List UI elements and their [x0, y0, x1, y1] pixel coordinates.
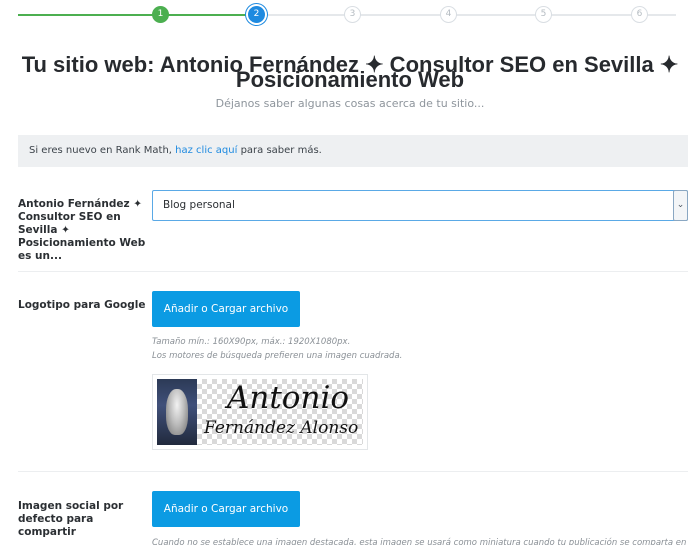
site-type-label: Antonio Fernández ✦ Consultor SEO en Sev… — [18, 198, 146, 262]
page-title: Tu sitio web: Antonio Fernández ✦ Consul… — [0, 54, 700, 91]
social-image-label: Imagen social por defecto para compartir — [18, 500, 124, 538]
logo-upload-button[interactable]: Añadir o Cargar archivo — [152, 291, 300, 327]
step-3: 3 — [344, 6, 361, 23]
logo-square-hint: Los motores de búsqueda prefieren una im… — [152, 351, 403, 361]
logo-image: Antonio Fernández Alonso — [157, 379, 363, 445]
progress-stepper: 1 2 3 4 5 6 — [18, 5, 682, 25]
notice-prefix: Si eres nuevo en Rank Math, — [29, 145, 172, 156]
social-upload-button[interactable]: Añadir o Cargar archivo — [152, 491, 300, 527]
social-image-hint: Cuando no se establece una imagen destac… — [152, 538, 687, 545]
step-6: 6 — [631, 6, 648, 23]
stepper-line-completed — [18, 14, 256, 16]
logo-size-hint: Tamaño mín.: 160X90px, máx.: 1920X1080px… — [152, 337, 351, 347]
step-4: 4 — [440, 6, 457, 23]
info-notice: Si eres nuevo en Rank Math, haz clic aqu… — [18, 135, 688, 167]
logo-text-surname: Fernández Alonso — [204, 418, 359, 438]
page-subtitle: Déjanos saber algunas cosas acerca de tu… — [215, 97, 485, 110]
stepper-line-pending — [256, 14, 676, 16]
chevron-down-icon[interactable]: ⌄ — [673, 190, 688, 221]
logo-label: Logotipo para Google — [18, 299, 146, 311]
step-2-current[interactable]: 2 — [248, 6, 265, 23]
site-type-select[interactable]: Blog personal ⌄ — [152, 190, 688, 221]
notice-link[interactable]: haz clic aquí — [175, 145, 237, 156]
logo-preview[interactable]: Antonio Fernández Alonso — [152, 374, 368, 450]
site-type-selected-value: Blog personal — [163, 199, 235, 211]
notice-suffix: para saber más. — [240, 145, 322, 156]
logo-text-name: Antonio — [227, 380, 350, 416]
row-divider — [18, 271, 688, 272]
step-5: 5 — [535, 6, 552, 23]
row-divider — [18, 471, 688, 472]
portrait-image — [157, 379, 197, 445]
step-1[interactable]: 1 — [152, 6, 169, 23]
